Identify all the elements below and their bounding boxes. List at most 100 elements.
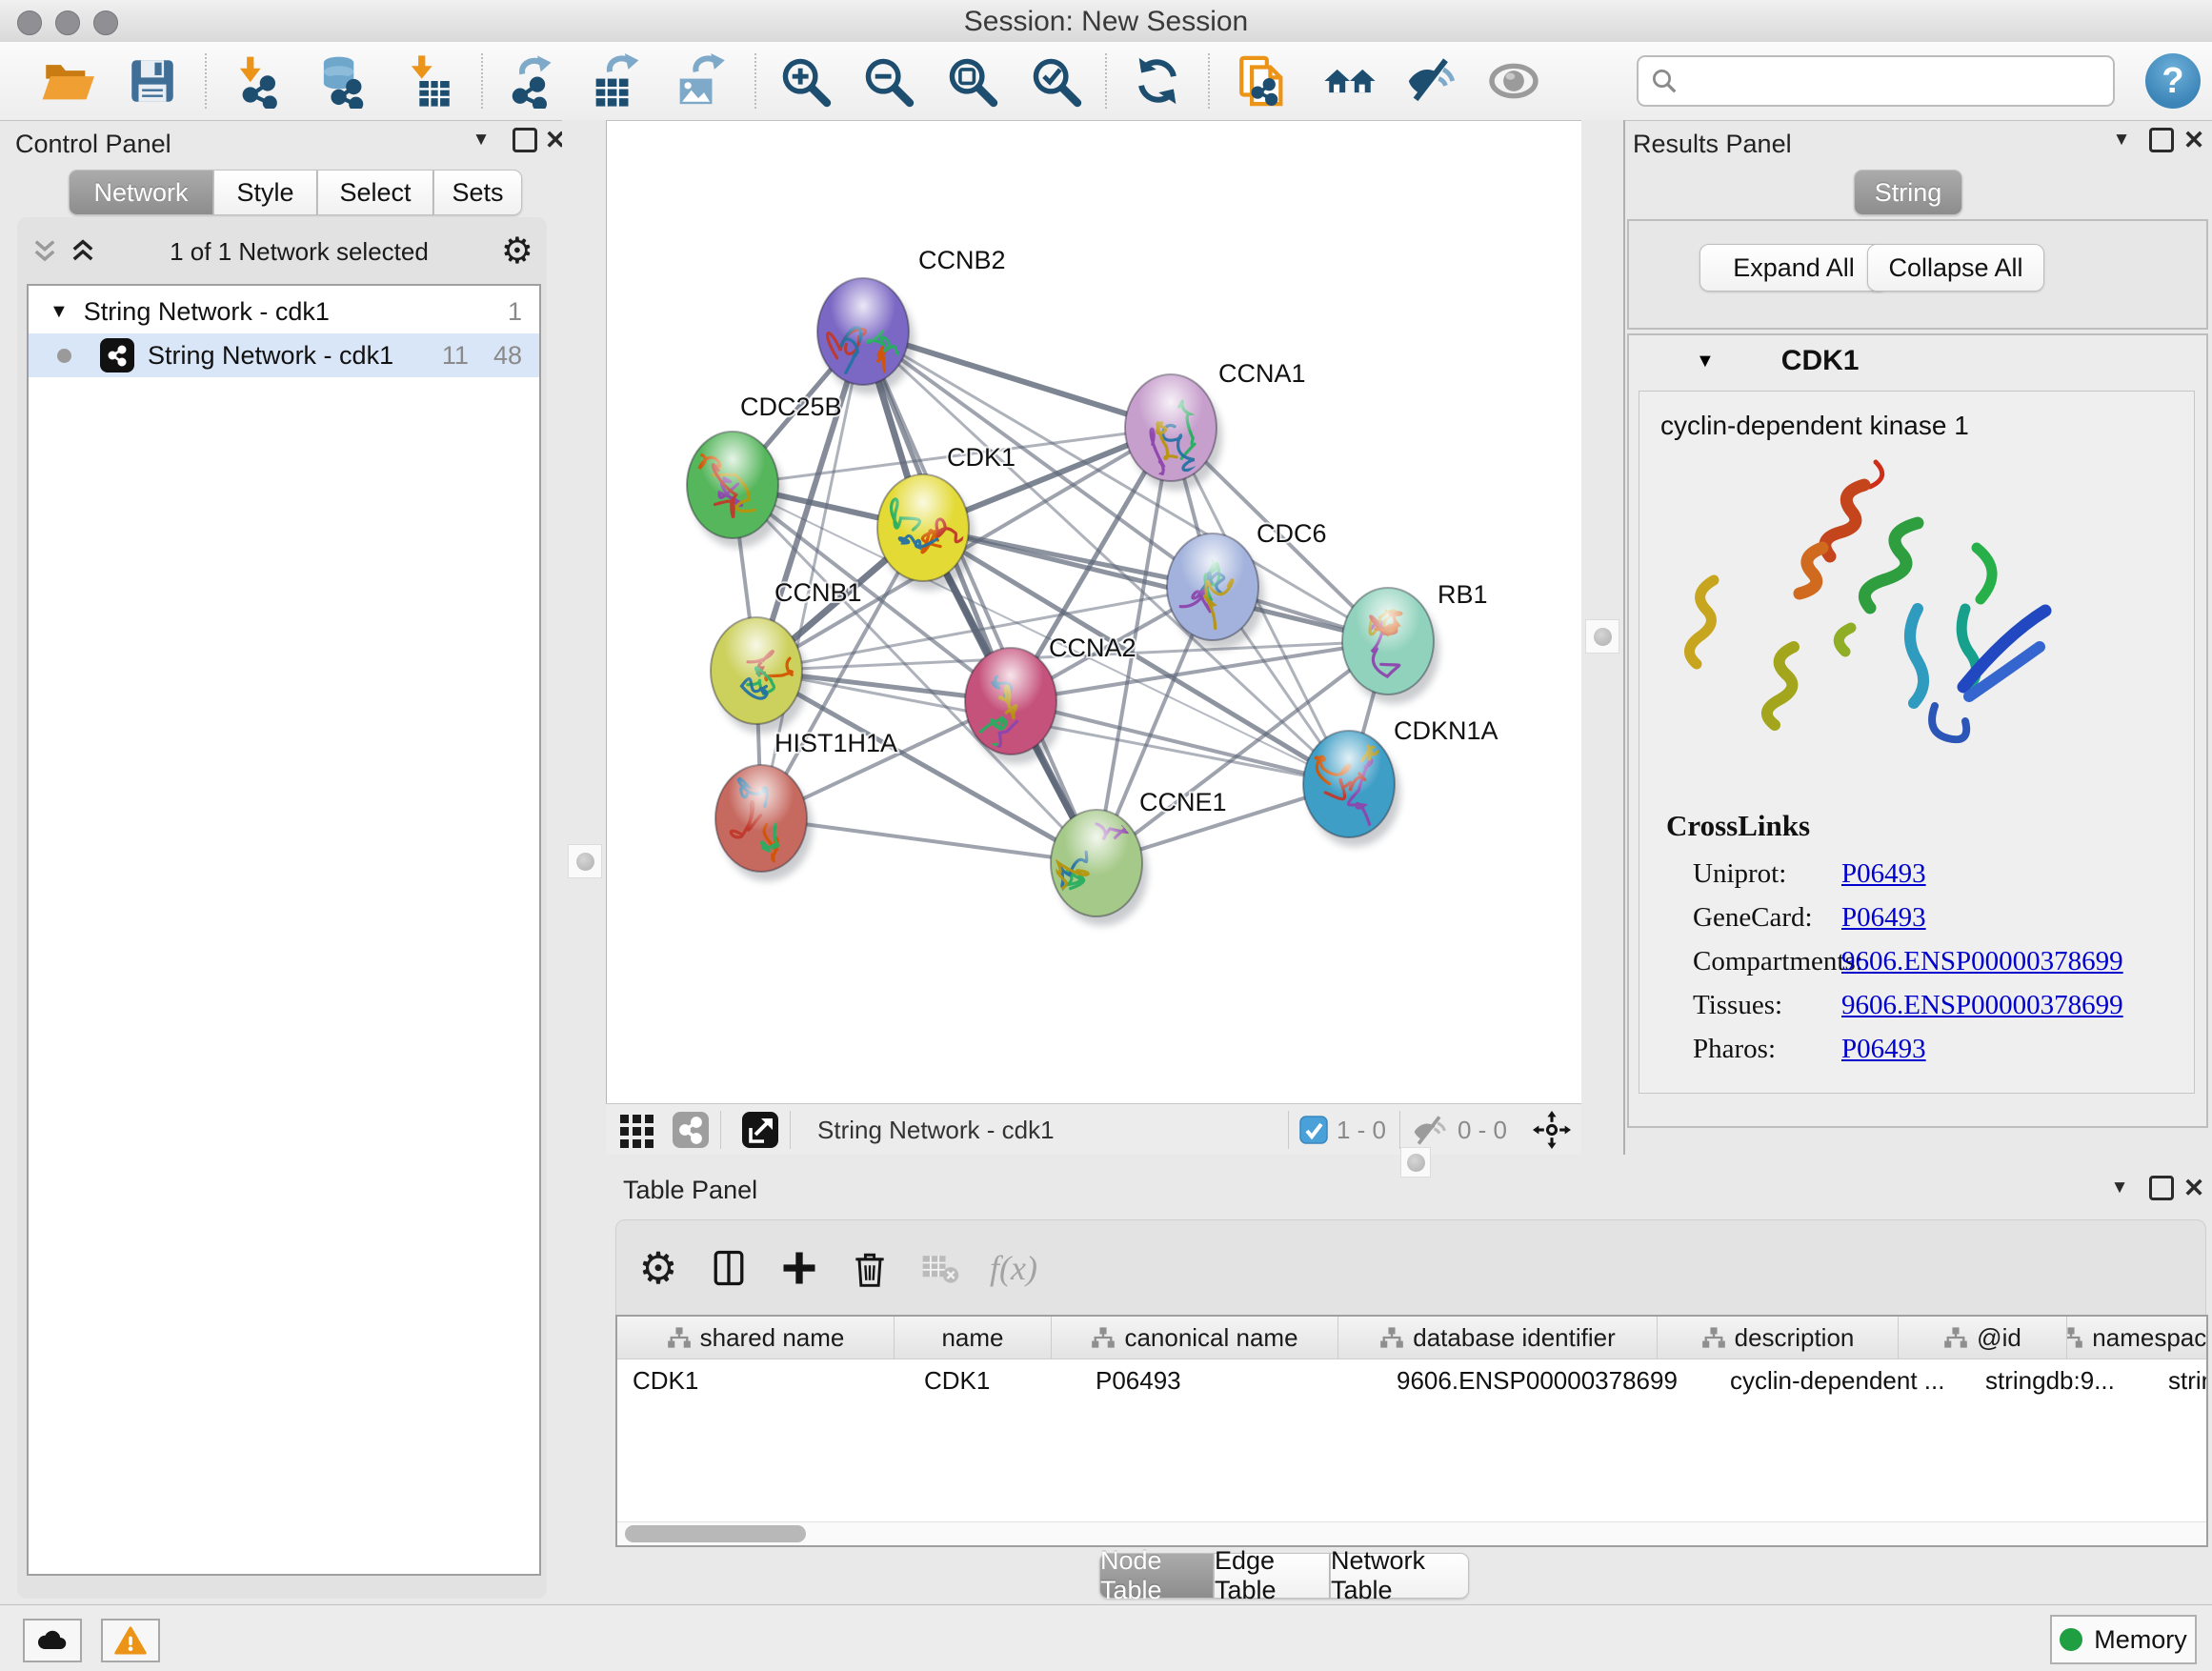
tab-style[interactable]: Style: [213, 170, 317, 215]
tab-node-table[interactable]: Node Table: [1099, 1553, 1214, 1599]
collapse-all-button[interactable]: Collapse All: [1867, 244, 2044, 292]
delete-table-button-disabled: [912, 1239, 969, 1297]
zoom-out-button[interactable]: [856, 50, 919, 112]
float-panel-button[interactable]: ▼: [2103, 1172, 2136, 1204]
database-import-icon: [313, 53, 369, 109]
maximize-panel-button[interactable]: [2145, 124, 2178, 156]
zoom-selected-button[interactable]: [1024, 50, 1087, 112]
export-image-button[interactable]: [667, 50, 730, 112]
column-header-description[interactable]: description: [1658, 1317, 1899, 1359]
column-header-name[interactable]: name: [895, 1317, 1052, 1359]
right-splitter-grip[interactable]: [1585, 619, 1619, 654]
crosslink-genecard[interactable]: P06493: [1841, 902, 1926, 946]
column-header-namespace[interactable]: namespace: [2067, 1317, 2208, 1359]
selected-checkbox[interactable]: [1297, 1108, 1331, 1152]
expand-all-button[interactable]: Expand All: [1699, 244, 1888, 292]
birdseye-view-button[interactable]: [1530, 1108, 1574, 1152]
hidden-elements-button[interactable]: [1408, 1108, 1452, 1152]
import-network-file-button[interactable]: [226, 50, 289, 112]
tab-select[interactable]: Select: [317, 170, 433, 215]
maximize-panel-button[interactable]: [2145, 1172, 2178, 1204]
column-header-shared-name[interactable]: shared name: [617, 1317, 895, 1359]
search-input[interactable]: [1679, 62, 2113, 100]
save-session-button[interactable]: [121, 50, 184, 112]
hide-selected-button[interactable]: [1400, 50, 1463, 112]
collection-expander-icon[interactable]: ▼: [50, 301, 69, 323]
column-header-database-identifier[interactable]: database identifier: [1338, 1317, 1658, 1359]
network-options-gear-icon[interactable]: ⚙: [501, 233, 533, 270]
export-network-button[interactable]: [500, 50, 563, 112]
maximize-panel-button[interactable]: [509, 124, 541, 156]
detach-view-button[interactable]: [738, 1108, 782, 1152]
network-node-cdkn1a[interactable]: CDKN1A: [1303, 716, 1498, 847]
show-all-button[interactable]: [1482, 50, 1545, 112]
clone-network-button[interactable]: [1231, 50, 1294, 112]
left-splitter-grip[interactable]: [568, 844, 602, 878]
column-header-canonical-name[interactable]: canonical name: [1052, 1317, 1338, 1359]
network-row-selected[interactable]: String Network - cdk1 11 48: [29, 333, 539, 377]
first-neighbors-button[interactable]: [1318, 50, 1381, 112]
table-cell[interactable]: 9606.ENSP00000378699: [1381, 1359, 1715, 1401]
import-network-from-database-button[interactable]: [310, 50, 372, 112]
table-cell[interactable]: stringdb: [2153, 1359, 2208, 1401]
toolbar-divider: [1288, 1111, 1289, 1149]
table-cell[interactable]: CDK1: [617, 1359, 909, 1401]
network-node-cdc6[interactable]: CDC6: [1167, 519, 1327, 650]
horizontal-splitter[interactable]: [562, 1155, 2212, 1174]
export-table-button[interactable]: [583, 50, 646, 112]
view-mode-button[interactable]: [669, 1108, 713, 1152]
document-share-icon: [1235, 53, 1290, 109]
zoom-fit-button[interactable]: [940, 50, 1003, 112]
create-column-button[interactable]: [771, 1239, 828, 1297]
network-node-hist1h1a[interactable]: HIST1H1A: [715, 729, 897, 881]
table-options-button[interactable]: ⚙: [630, 1239, 687, 1297]
search-icon: [1650, 67, 1679, 95]
tab-string[interactable]: String: [1854, 170, 1962, 215]
refresh-view-button[interactable]: [1126, 50, 1189, 112]
column-header--id[interactable]: @id: [1899, 1317, 2067, 1359]
crosslink-label: Compartments:: [1693, 946, 1841, 990]
table-row[interactable]: CDK1CDK1P064939606.ENSP00000378699cyclin…: [617, 1359, 2206, 1401]
warnings-button[interactable]: [101, 1619, 160, 1662]
tab-network[interactable]: Network: [69, 170, 213, 215]
close-panel-button[interactable]: ✕: [2178, 124, 2210, 156]
memory-button[interactable]: Memory: [2050, 1615, 2197, 1664]
delete-column-button[interactable]: [841, 1239, 898, 1297]
gene-section-header[interactable]: ▼ CDK1: [1629, 335, 2206, 387]
column-header-label: canonical name: [1124, 1323, 1297, 1353]
crosslink-pharos[interactable]: P06493: [1841, 1034, 1926, 1077]
network-collection-row[interactable]: ▼ String Network - cdk1 1: [29, 290, 539, 333]
tab-edge-table[interactable]: Edge Table: [1214, 1553, 1330, 1599]
float-panel-button[interactable]: ▼: [465, 124, 497, 156]
table-cell[interactable]: stringdb:9...: [1970, 1359, 2153, 1401]
help-button[interactable]: ?: [2145, 53, 2201, 109]
float-panel-button[interactable]: ▼: [2105, 124, 2138, 156]
collapse-all-chevron-icon[interactable]: [30, 237, 59, 266]
tab-sets[interactable]: Sets: [433, 170, 522, 215]
table-horizontal-scrollbar[interactable]: [617, 1521, 2206, 1545]
open-session-button[interactable]: [35, 50, 98, 112]
import-table-file-button[interactable]: [397, 50, 460, 112]
cloud-status-button[interactable]: [23, 1619, 82, 1662]
table-cell[interactable]: cyclin-dependent ...: [1715, 1359, 1970, 1401]
table-cell[interactable]: CDK1: [909, 1359, 1080, 1401]
section-expander-icon[interactable]: ▼: [1696, 351, 1715, 372]
show-grid-button[interactable]: [615, 1108, 659, 1152]
network-node-rb1[interactable]: RB1: [1342, 580, 1488, 704]
expand-all-chevron-icon[interactable]: [69, 237, 97, 266]
close-panel-button[interactable]: ✕: [2178, 1172, 2210, 1204]
crosslink-tissues[interactable]: 9606.ENSP00000378699: [1841, 990, 2123, 1034]
tab-network-table[interactable]: Network Table: [1330, 1553, 1469, 1599]
scrollbar-thumb[interactable]: [625, 1525, 806, 1542]
network-canvas[interactable]: CCNB2CCNA1CDC25BCDK1CDC6RB1CCNB1CCNA2CDK…: [606, 121, 1582, 1103]
show-columns-button[interactable]: [700, 1239, 757, 1297]
crosslink-compartments[interactable]: 9606.ENSP00000378699: [1841, 946, 2123, 990]
table-cell[interactable]: P06493: [1080, 1359, 1381, 1401]
crosslink-uniprot[interactable]: P06493: [1841, 858, 1926, 902]
network-node-ccnb2[interactable]: CCNB2: [817, 246, 1006, 394]
zoom-in-button[interactable]: [774, 50, 836, 112]
right-splitter[interactable]: [1581, 120, 1625, 1155]
network-edge[interactable]: [863, 332, 1096, 863]
node-label: CDK1: [947, 443, 1016, 472]
left-splitter[interactable]: [562, 120, 606, 1155]
